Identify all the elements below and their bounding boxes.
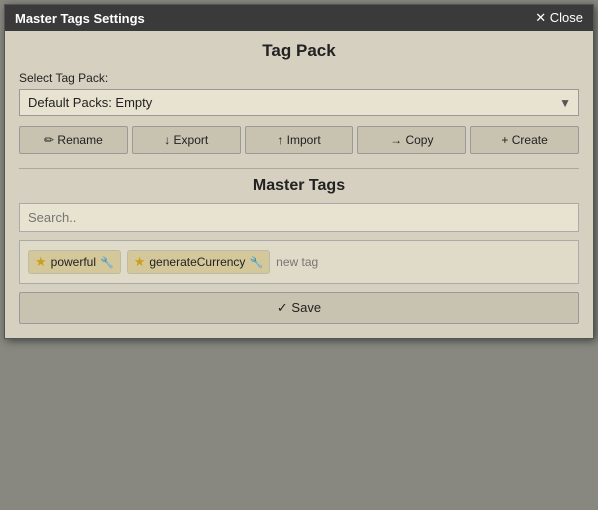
dialog-body: Tag Pack Select Tag Pack: Default Packs:… (5, 31, 593, 338)
divider (19, 168, 579, 169)
tag-name: generateCurrency (149, 255, 245, 269)
import-button[interactable]: ↑ Import (245, 126, 354, 154)
create-button[interactable]: + Create (470, 126, 579, 154)
tag-name: powerful (51, 255, 96, 269)
tag-star-icon: ★ (35, 254, 47, 270)
title-bar: Master Tags Settings ✕ Close (5, 5, 593, 31)
tags-container[interactable]: ★ powerful 🔧 ★ generateCurrency 🔧 (19, 240, 579, 284)
select-wrapper: Default Packs: Empty ▼ (19, 89, 579, 116)
copy-button[interactable]: → Copy (357, 126, 466, 154)
close-button[interactable]: ✕ Close (535, 10, 583, 26)
tag-generatecurrency: ★ generateCurrency 🔧 (127, 250, 270, 274)
save-button[interactable]: ✓ Save (19, 292, 579, 324)
search-input[interactable] (19, 203, 579, 232)
select-label: Select Tag Pack: (19, 71, 579, 85)
toolbar: ✏ Rename ↓ Export ↑ Import → Copy + Crea… (19, 126, 579, 154)
master-tags-title: Master Tags (19, 177, 579, 195)
tag-powerful: ★ powerful 🔧 (28, 250, 121, 274)
tag-pack-select[interactable]: Default Packs: Empty (19, 89, 579, 116)
tag-star-icon: ★ (134, 254, 146, 270)
dialog-title: Master Tags Settings (15, 11, 145, 26)
master-tags-dialog: Master Tags Settings ✕ Close Tag Pack Se… (4, 4, 594, 339)
rename-button[interactable]: ✏ Rename (19, 126, 128, 154)
tag-wrench-icon[interactable]: 🔧 (100, 256, 114, 269)
tag-wrench-icon[interactable]: 🔧 (249, 256, 263, 269)
new-tag-input[interactable] (276, 255, 431, 269)
tag-pack-title: Tag Pack (19, 41, 579, 61)
export-button[interactable]: ↓ Export (132, 126, 241, 154)
